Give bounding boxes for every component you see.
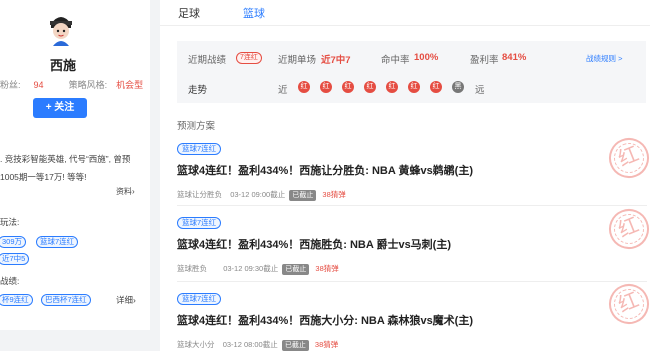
item-type: 篮球让分胜负 <box>177 190 222 199</box>
item-tag: 篮球7连红 <box>177 143 222 155</box>
more-profile-label: 资料 <box>116 187 132 196</box>
record-rule-link[interactable]: 战绩规则 > <box>586 53 622 64</box>
trend-far-label: 远 <box>475 85 485 96</box>
prediction-item[interactable]: 篮球7连红 篮球4连红！盈利434%！西施让分胜负: NBA 黄蜂vs鹈鹕(主)… <box>177 143 637 213</box>
trend-dot: 红 <box>320 81 332 93</box>
status-badge: 已截止 <box>282 264 310 275</box>
item-deadline: 03-12 09:30截止 <box>223 264 279 273</box>
method-tag[interactable]: 近7中5 <box>0 253 30 265</box>
record-label: 战绩: <box>0 276 20 286</box>
intro-line: . 竞技彩智能英雄, 代号“西施”, 曾预 <box>0 154 131 164</box>
main-panel: 足球 篮球 近期战绩 7连红 近期单场 近7中7 命中率 100% 盈利率 84… <box>160 0 650 351</box>
expert-stats: 粉丝: 94 策略风格: 机会型 <box>0 78 143 91</box>
tab-basketball[interactable]: 篮球 <box>243 5 265 21</box>
method-tag[interactable]: 309万 <box>0 236 27 248</box>
item-tag: 篮球7连红 <box>177 217 222 229</box>
trend-label: 走势 <box>188 85 208 96</box>
more-record-link[interactable]: 详细› <box>116 294 136 306</box>
recent-label: 近期战绩 <box>188 55 227 66</box>
method-label: 玩法: <box>0 217 20 227</box>
item-meta: 篮球让分胜负 03-12 09:00截止 已截止 38猜弹 <box>177 189 346 201</box>
item-type: 篮球胜负 <box>177 264 207 273</box>
sport-tabs: 足球 篮球 <box>160 0 650 26</box>
item-deadline: 03-12 09:00截止 <box>230 190 286 199</box>
item-price: 38猜弹 <box>315 264 339 273</box>
trend-dot: 红 <box>298 81 310 93</box>
status-badge: 已截止 <box>289 190 317 201</box>
trend-dot: 红 <box>342 81 354 93</box>
expert-name: 西施 <box>50 58 77 73</box>
chevron-right-icon: › <box>133 295 136 305</box>
item-title[interactable]: 篮球4连红！盈利434%！西施胜负: NBA 爵士vs马刺(主) <box>177 236 451 252</box>
chevron-right-icon: › <box>132 187 135 196</box>
record-tag[interactable]: 巴西杯7连红 <box>41 294 91 306</box>
style-value: 机会型 <box>116 80 144 90</box>
item-title[interactable]: 篮球4连红！盈利434%！西施让分胜负: NBA 黄蜂vs鹈鹕(主) <box>177 162 473 178</box>
trend-near-label: 近 <box>278 85 288 96</box>
method-tag[interactable]: 篮球7连红 <box>36 236 79 248</box>
prediction-item[interactable]: 篮球7连红 篮球4连红！盈利434%！西施胜负: NBA 爵士vs马刺(主) 篮… <box>177 217 637 287</box>
avatar-icon <box>50 17 72 46</box>
style-label: 策略风格: <box>68 80 108 90</box>
hit-value: 100% <box>414 52 439 63</box>
more-profile-link[interactable]: 资料› <box>116 186 135 197</box>
trend-dot: 红 <box>364 81 376 93</box>
trend-dot: 红 <box>430 81 442 93</box>
trend-dot: 红 <box>408 81 420 93</box>
item-meta: 篮球大小分 03-12 08:00截止 已截止 38猜弹 <box>177 339 338 351</box>
item-deadline: 03-12 08:00截止 <box>222 340 278 349</box>
trend-row: 走势 近 红 红 红 红 红 红 红 黑 远 <box>188 81 638 96</box>
intro-line: 1005期一等17万! 等等! <box>0 172 87 182</box>
trend-dot: 红 <box>386 81 398 93</box>
expert-profile-card: 西施 粉丝: 94 策略风格: 机会型 + 关注 . 竞技彩智能英雄, 代号“西… <box>0 0 150 330</box>
item-type: 篮球大小分 <box>177 340 215 349</box>
status-badge: 已截止 <box>281 340 309 351</box>
item-meta: 篮球胜负 03-12 09:30截止 已截止 38猜弹 <box>177 263 339 275</box>
item-price: 38猜弹 <box>322 190 346 199</box>
profit-label: 盈利率 <box>470 55 499 66</box>
divider <box>177 205 647 206</box>
follow-button[interactable]: + 关注 <box>33 98 87 118</box>
single-value: 近7中7 <box>321 55 351 66</box>
item-price: 38猜弹 <box>314 340 339 349</box>
hit-label: 命中率 <box>381 55 410 66</box>
single-label: 近期单场 <box>278 55 317 66</box>
trend-dot: 黑 <box>452 81 464 93</box>
divider <box>177 281 647 282</box>
tab-football[interactable]: 足球 <box>178 5 200 21</box>
prediction-item[interactable]: 篮球7连红 篮球4连红！盈利434%！西施大小分: NBA 森林狼vs魔术(主)… <box>177 293 637 351</box>
item-title[interactable]: 篮球4连红！盈利434%！西施大小分: NBA 森林狼vs魔术(主) <box>177 312 473 328</box>
section-title: 预测方案 <box>177 121 216 132</box>
fans-label: 粉丝: <box>0 80 21 90</box>
more-record-label: 详细 <box>116 295 134 305</box>
page: 西施 粉丝: 94 策略风格: 机会型 + 关注 . 竞技彩智能英雄, 代号“西… <box>0 0 650 351</box>
expert-intro: . 竞技彩智能英雄, 代号“西施”, 曾预 1005期一等17万! 等等! <box>0 150 150 186</box>
record-tag[interactable]: 杯9连红 <box>0 294 33 306</box>
fans-count: 94 <box>33 80 44 90</box>
recent-badge: 7连红 <box>236 52 262 64</box>
item-tag: 篮球7连红 <box>177 293 222 305</box>
profit-value: 841% <box>502 52 527 63</box>
record-summary: 近期战绩 7连红 近期单场 近7中7 命中率 100% 盈利率 841% 战绩规… <box>177 41 646 103</box>
